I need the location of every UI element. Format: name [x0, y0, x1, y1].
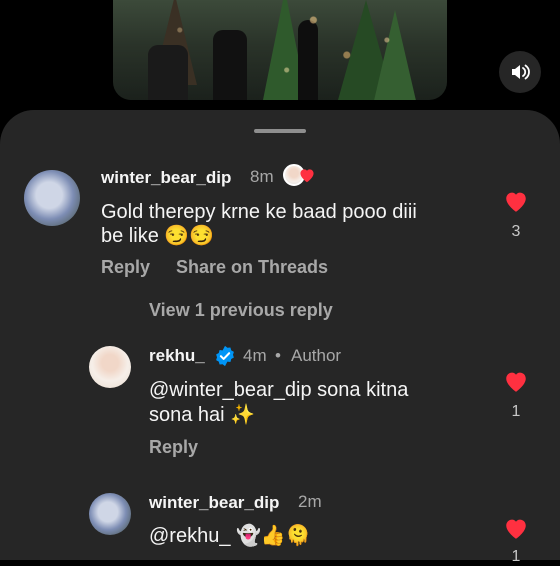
author-label: Author: [291, 346, 342, 365]
mention-link[interactable]: @winter_bear_dip: [149, 379, 312, 401]
avatar[interactable]: [89, 493, 131, 535]
comment-time: 8m: [250, 167, 274, 186]
reply-text-line-1: @winter_bear_dip sona kitna: [149, 379, 409, 401]
comment-text-line-1: Gold therepy krne ke baad pooo diii: [101, 201, 417, 223]
speaker-icon: [512, 64, 530, 80]
avatar[interactable]: [89, 346, 131, 388]
separator-dot: •: [275, 346, 281, 365]
reply-username[interactable]: rekhu_: [149, 346, 205, 366]
reply-button[interactable]: Reply: [101, 257, 150, 278]
mention-link[interactable]: @rekhu_: [149, 525, 230, 547]
like-heart-icon[interactable]: [503, 189, 529, 213]
view-previous-replies-button[interactable]: View 1 previous reply: [149, 300, 333, 321]
like-count: 3: [511, 223, 521, 240]
like-count: 1: [511, 548, 521, 565]
comments-sheet: winter_bear_dip 8m Gold therepy krne ke …: [0, 110, 560, 565]
reply-text-line-2: sona hai ✨: [149, 404, 256, 426]
drag-handle[interactable]: [254, 129, 306, 133]
avatar[interactable]: [24, 170, 80, 226]
reply-button[interactable]: Reply: [149, 437, 198, 458]
reply-time: 2m: [298, 492, 322, 511]
like-heart-icon[interactable]: [503, 516, 529, 540]
verified-badge-icon: [216, 345, 234, 367]
comment-text-line-2: be like 😏😏: [101, 225, 215, 247]
mute-button[interactable]: [499, 51, 541, 93]
like-heart-icon[interactable]: [503, 369, 529, 393]
share-on-threads-button[interactable]: Share on Threads: [176, 257, 328, 278]
like-count: 1: [511, 403, 521, 420]
author-liked-heart-icon: [300, 169, 314, 183]
reply-username[interactable]: winter_bear_dip: [149, 493, 279, 513]
reply-text-line-1: @rekhu_ 👻👍🫠: [149, 525, 311, 547]
comment-username[interactable]: winter_bear_dip: [101, 168, 231, 188]
reel-video[interactable]: [113, 0, 447, 100]
reply-time: 4m: [243, 346, 267, 365]
